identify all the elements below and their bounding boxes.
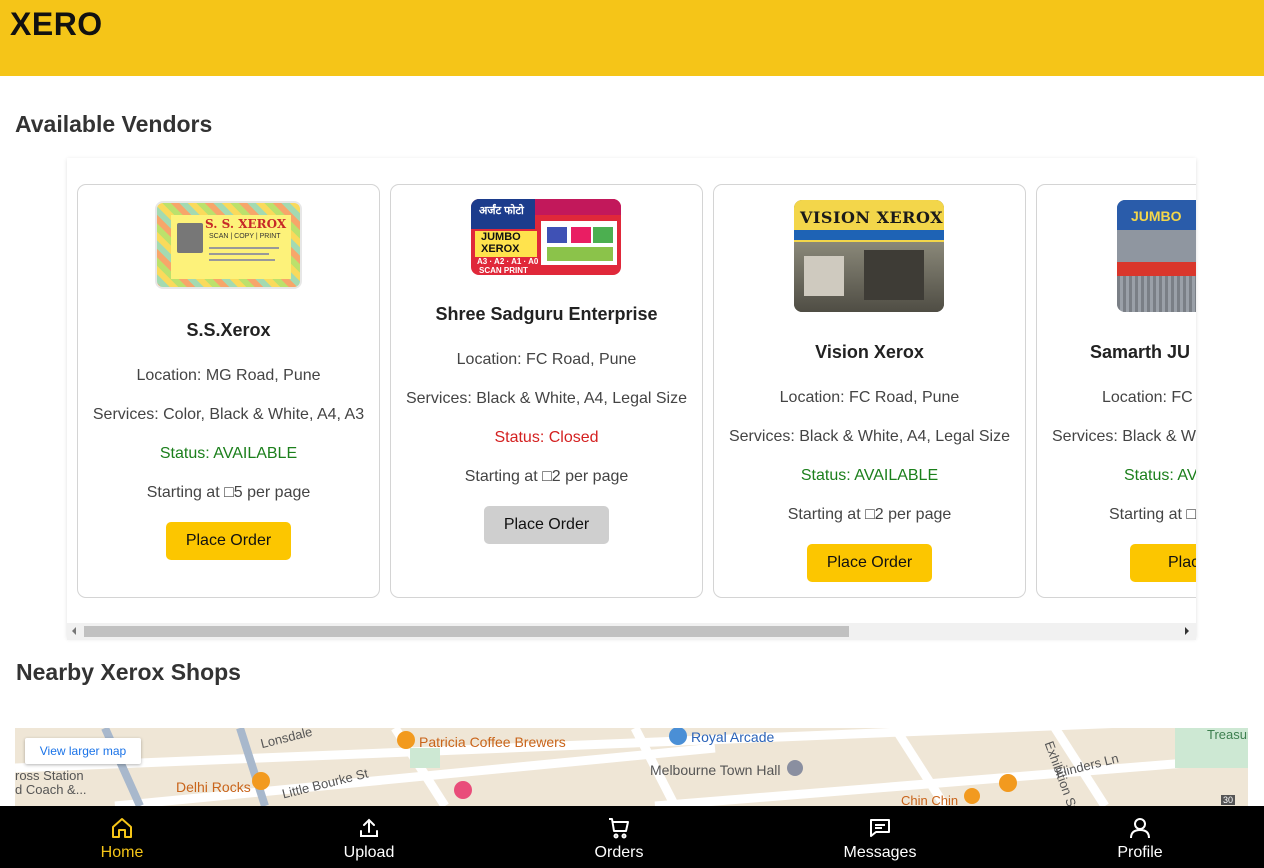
- vendor-services: Services: Black & W: [1052, 428, 1196, 445]
- vendor-card: S. S. XEROX SCAN | COPY | PRINT S.S.Xero…: [77, 184, 380, 598]
- vendor-carousel[interactable]: S. S. XEROX SCAN | COPY | PRINT S.S.Xero…: [67, 158, 1196, 638]
- nav-messages[interactable]: Messages: [820, 806, 940, 868]
- cart-icon: [609, 818, 629, 839]
- vendor-image: S. S. XEROX SCAN | COPY | PRINT: [155, 201, 302, 289]
- vendor-image: अर्जंट फोटो JUMBO XEROX A3 · A2 · A1 · A…: [471, 199, 621, 275]
- place-order-button[interactable]: Place: [1130, 544, 1196, 582]
- vendor-services: Services: Color, Black & White, A4, A3: [92, 406, 365, 423]
- available-vendors-heading: Available Vendors: [15, 111, 213, 137]
- vendor-name: S.S.Xerox: [186, 320, 271, 340]
- vendor-price: Starting at □5 per page: [146, 484, 311, 501]
- vendor-location: Location: FC Road, Pune: [779, 389, 960, 406]
- vendor-price: Starting at □2 per page: [787, 506, 952, 523]
- vendor-status: Status: AVAILABLE: [800, 467, 939, 484]
- vendor-card: अर्जंट फोटो JUMBO XEROX A3 · A2 · A1 · A…: [390, 184, 703, 598]
- map-label-park: Treasury Gardens: [1207, 728, 1248, 742]
- map-label: Melbourne Town Hall: [650, 762, 781, 778]
- nav-messages-label: Messages: [843, 844, 917, 861]
- vendor-location: Location: FC Road, Pune: [456, 351, 637, 368]
- vendor-status: Status: AV: [1124, 467, 1196, 484]
- map-label: ross Station: [15, 768, 84, 783]
- profile-icon: [1130, 818, 1150, 839]
- vendor-location: Location: MG Road, Pune: [136, 367, 321, 384]
- vendor-location: Location: FC: [1102, 389, 1193, 406]
- nav-orders[interactable]: Orders: [559, 806, 679, 868]
- vendor-price: Starting at □2 per page: [464, 468, 629, 485]
- vendor-status: Status: AVAILABLE: [159, 445, 298, 462]
- vendor-status: Status: Closed: [494, 429, 599, 446]
- vendor-image: JUMBO: [1117, 200, 1196, 312]
- place-order-button[interactable]: Place Order: [807, 544, 932, 582]
- nav-orders-label: Orders: [594, 844, 644, 861]
- message-icon: [870, 819, 890, 837]
- upload-icon: [360, 818, 378, 837]
- bottom-navigation: Home Upload Orders Messages Profile: [0, 806, 1264, 868]
- place-order-button-disabled[interactable]: Place Order: [484, 506, 609, 544]
- app-header: XERO: [0, 0, 1264, 76]
- vendor-card: VISION XEROX Vision Xerox Location: FC R…: [713, 184, 1026, 598]
- view-larger-map-link[interactable]: View larger map: [25, 738, 141, 764]
- scrollbar-thumb[interactable]: [84, 626, 849, 637]
- map-route-badge: 30: [1221, 795, 1236, 805]
- vendor-services: Services: Black & White, A4, Legal Size: [405, 390, 687, 407]
- vendor-name: Samarth JU: [1090, 342, 1191, 362]
- vendor-card: JUMBO Samarth JU Location: FC Services: …: [1036, 184, 1196, 598]
- nav-home[interactable]: Home: [62, 806, 182, 868]
- scroll-left-arrow-icon[interactable]: [72, 627, 76, 635]
- vendor-services: Services: Black & White, A4, Legal Size: [728, 428, 1010, 445]
- nav-home-label: Home: [100, 844, 144, 861]
- nearby-shops-heading: Nearby Xerox Shops: [16, 659, 241, 685]
- scroll-right-arrow-icon[interactable]: [1185, 627, 1189, 635]
- map-label: d Coach &...: [15, 782, 87, 797]
- vendor-name: Vision Xerox: [815, 342, 924, 362]
- nav-profile-label: Profile: [1117, 844, 1163, 861]
- app-title: XERO: [10, 6, 103, 42]
- vendor-price: Starting at □: [1109, 506, 1196, 523]
- shops-map[interactable]: Lonsdale Patricia Coffee Brewers Royal A…: [15, 728, 1248, 806]
- home-icon: [112, 818, 132, 838]
- vendor-name: Shree Sadguru Enterprise: [435, 304, 658, 324]
- nav-profile[interactable]: Profile: [1080, 806, 1200, 868]
- nav-upload-label: Upload: [343, 844, 395, 861]
- vendor-image: VISION XEROX: [794, 200, 944, 312]
- map-label-poi: Royal Arcade: [691, 729, 775, 745]
- map-label-poi: Patricia Coffee Brewers: [419, 734, 566, 750]
- carousel-scrollbar[interactable]: [67, 623, 1196, 640]
- map-label-poi: Chin Chin: [901, 793, 959, 806]
- place-order-button[interactable]: Place Order: [166, 522, 291, 560]
- map-label-poi: Delhi Rocks: [176, 779, 251, 795]
- nav-upload[interactable]: Upload: [309, 806, 429, 868]
